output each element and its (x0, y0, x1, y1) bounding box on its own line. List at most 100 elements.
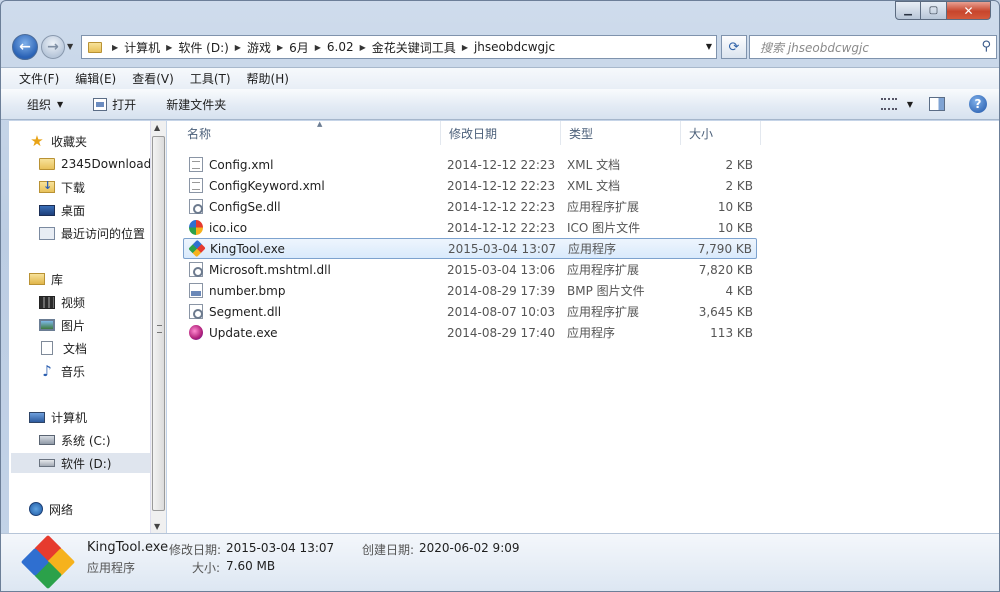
music-note-icon: ♪ (42, 362, 52, 380)
menu-file[interactable]: 文件(F) (11, 70, 67, 87)
chevron-down-icon: ▼ (57, 99, 64, 109)
nav-2345downloads[interactable]: 2345Downloads (39, 154, 155, 174)
file-row[interactable]: Update.exe 2014-08-29 17:40 应用程序 113 KB (183, 322, 757, 343)
file-row[interactable]: ico.ico 2014-12-12 22:23 ICO 图片文件 10 KB (183, 217, 757, 238)
nav-computer[interactable]: 计算机 (29, 407, 87, 427)
menu-edit[interactable]: 编辑(E) (67, 70, 124, 87)
nav-scrollbar[interactable]: ▲ ▼ (150, 121, 166, 533)
nav-recent-places[interactable]: 最近访问的位置 (39, 223, 145, 243)
nav-drive-c[interactable]: 系统 (C:) (39, 430, 111, 450)
ico-file-icon (189, 220, 203, 235)
preview-pane-icon[interactable] (929, 97, 945, 111)
new-folder-button[interactable]: 新建文件夹 (166, 96, 226, 113)
menu-help[interactable]: 帮助(H) (239, 70, 297, 87)
file-row[interactable]: Microsoft.mshtml.dll 2015-03-04 13:06 应用… (183, 259, 757, 280)
breadcrumb-computer[interactable]: 计算机 ▶ (124, 39, 178, 56)
search-input[interactable]: 搜索 jhseobdcwgjc ⚲ (749, 35, 997, 59)
chevron-right-icon[interactable]: ▶ (235, 43, 241, 52)
star-icon: ★ (30, 132, 44, 150)
menu-bar: 文件(F) 编辑(E) 查看(V) 工具(T) 帮助(H) (1, 67, 999, 89)
details-created-value: 2020-06-02 9:09 (419, 541, 520, 555)
column-header-type[interactable]: 类型 (561, 121, 681, 145)
maximize-button[interactable]: ▢ (921, 1, 947, 20)
nav-favorites[interactable]: ★ 收藏夹 (29, 131, 87, 151)
nav-videos[interactable]: 视频 (39, 292, 85, 312)
dll-file-icon (189, 262, 203, 277)
column-header-size[interactable]: 大小 (681, 121, 761, 145)
column-header-name[interactable]: 名称 ▲ (179, 120, 441, 145)
details-size-label: 大小: (192, 561, 221, 575)
system-drive-icon (39, 435, 55, 445)
desktop-icon (39, 204, 55, 216)
forward-button[interactable]: → (41, 35, 65, 59)
file-list: 名称 ▲ 修改日期 类型 大小 Config.xml 2014-12-12 22… (167, 120, 999, 533)
nav-libraries[interactable]: 库 (29, 269, 63, 289)
folder-icon (88, 41, 102, 53)
address-dropdown-icon[interactable]: ▼ (706, 42, 712, 51)
document-library-icon (41, 341, 53, 355)
file-row-selected[interactable]: KingTool.exe 2015-03-04 13:07 应用程序 7,790… (183, 238, 757, 259)
file-row[interactable]: number.bmp 2014-08-29 17:39 BMP 图片文件 4 K… (183, 280, 757, 301)
menu-tools[interactable]: 工具(T) (182, 70, 239, 87)
scroll-down-icon[interactable]: ▼ (154, 522, 160, 531)
file-row[interactable]: ConfigKeyword.xml 2014-12-12 22:23 XML 文… (183, 175, 757, 196)
kingtool-app-icon (188, 239, 206, 258)
navigation-pane: ★收藏夹 2345Downloads 下载 桌面 最近访问的位置 库 视频 图片… (9, 121, 165, 533)
chevron-right-icon[interactable]: ▶ (462, 43, 468, 52)
refresh-button[interactable]: ⟳ (721, 35, 747, 59)
help-icon[interactable]: ? (969, 95, 987, 113)
scroll-thumb[interactable] (152, 136, 165, 511)
nav-music[interactable]: ♪ 音乐 (39, 361, 85, 381)
breadcrumb-6-02[interactable]: 6.02 ▶ (327, 40, 372, 54)
address-row: ← → ▼ ▶ 计算机 ▶ 软件 (D:) ▶ 游戏 ▶ 6月 ▶ 6.02 ▶ 金花关键… (9, 32, 997, 62)
scroll-up-icon[interactable]: ▲ (154, 123, 160, 132)
downloads-folder-icon (39, 179, 55, 193)
sort-ascending-icon: ▲ (317, 120, 323, 128)
breadcrumb-current-folder[interactable]: jhseobdcwgjc (474, 40, 555, 54)
details-file-type: 应用程序 (87, 561, 136, 575)
caption-buttons: ▁ ▢ ✕ (895, 1, 991, 20)
minimize-button[interactable]: ▁ (895, 1, 921, 20)
nav-documents[interactable]: 文档 (41, 338, 87, 358)
details-created-label: 创建日期: (362, 543, 415, 557)
nav-desktop[interactable]: 桌面 (39, 200, 85, 220)
menu-view[interactable]: 查看(V) (124, 70, 182, 87)
nav-pictures[interactable]: 图片 (39, 315, 85, 335)
nav-drive-d[interactable]: 软件 (D:) (11, 453, 151, 473)
breadcrumb-drive-d[interactable]: 软件 (D:) ▶ (178, 39, 247, 56)
view-options-icon[interactable] (880, 98, 897, 110)
chevron-right-icon[interactable]: ▶ (112, 43, 118, 52)
picture-library-icon (39, 319, 55, 331)
computer-icon (29, 411, 45, 423)
command-bar: 组织 ▼ 打开 新建文件夹 ▼ ? (1, 89, 999, 120)
file-row[interactable]: Config.xml 2014-12-12 22:23 XML 文档 2 KB (183, 154, 757, 175)
chevron-right-icon[interactable]: ▶ (360, 43, 366, 52)
view-dropdown-icon[interactable]: ▼ (907, 100, 913, 109)
file-row[interactable]: ConfigSe.dll 2014-12-12 22:23 应用程序扩展 10 … (183, 196, 757, 217)
network-icon (29, 502, 43, 516)
details-modified-value: 2015-03-04 13:07 (226, 541, 335, 555)
close-button[interactable]: ✕ (947, 1, 991, 20)
dll-file-icon (189, 199, 203, 214)
grip-icon (157, 325, 162, 333)
breadcrumb-june[interactable]: 6月 ▶ (289, 39, 327, 56)
recent-pages-dropdown[interactable]: ▼ (67, 42, 73, 51)
chevron-right-icon[interactable]: ▶ (315, 43, 321, 52)
breadcrumb-jinhua-tool[interactable]: 金花关键词工具 ▶ (372, 39, 474, 56)
folder-icon (39, 158, 55, 170)
file-row[interactable]: Segment.dll 2014-08-07 10:03 应用程序扩展 3,64… (183, 301, 757, 322)
nav-downloads[interactable]: 下载 (39, 177, 85, 197)
breadcrumb-games[interactable]: 游戏 ▶ (247, 39, 289, 56)
nav-network[interactable]: 网络 (29, 499, 73, 519)
column-header-date[interactable]: 修改日期 (441, 121, 561, 145)
chevron-right-icon[interactable]: ▶ (166, 43, 172, 52)
refresh-icon: ⟳ (728, 39, 740, 55)
open-button[interactable]: 打开 (93, 96, 136, 113)
details-pane: KingTool.exe 应用程序 修改日期: 2015-03-04 13:07… (1, 533, 999, 591)
organize-button[interactable]: 组织 ▼ (27, 96, 63, 113)
chevron-right-icon[interactable]: ▶ (277, 43, 283, 52)
search-icon[interactable]: ⚲ (981, 39, 991, 54)
forward-arrow-icon: → (47, 39, 59, 55)
back-button[interactable]: ← (12, 34, 38, 60)
address-bar[interactable]: ▶ 计算机 ▶ 软件 (D:) ▶ 游戏 ▶ 6月 ▶ 6.02 ▶ 金花关键词工具 ▶ j… (81, 35, 717, 59)
